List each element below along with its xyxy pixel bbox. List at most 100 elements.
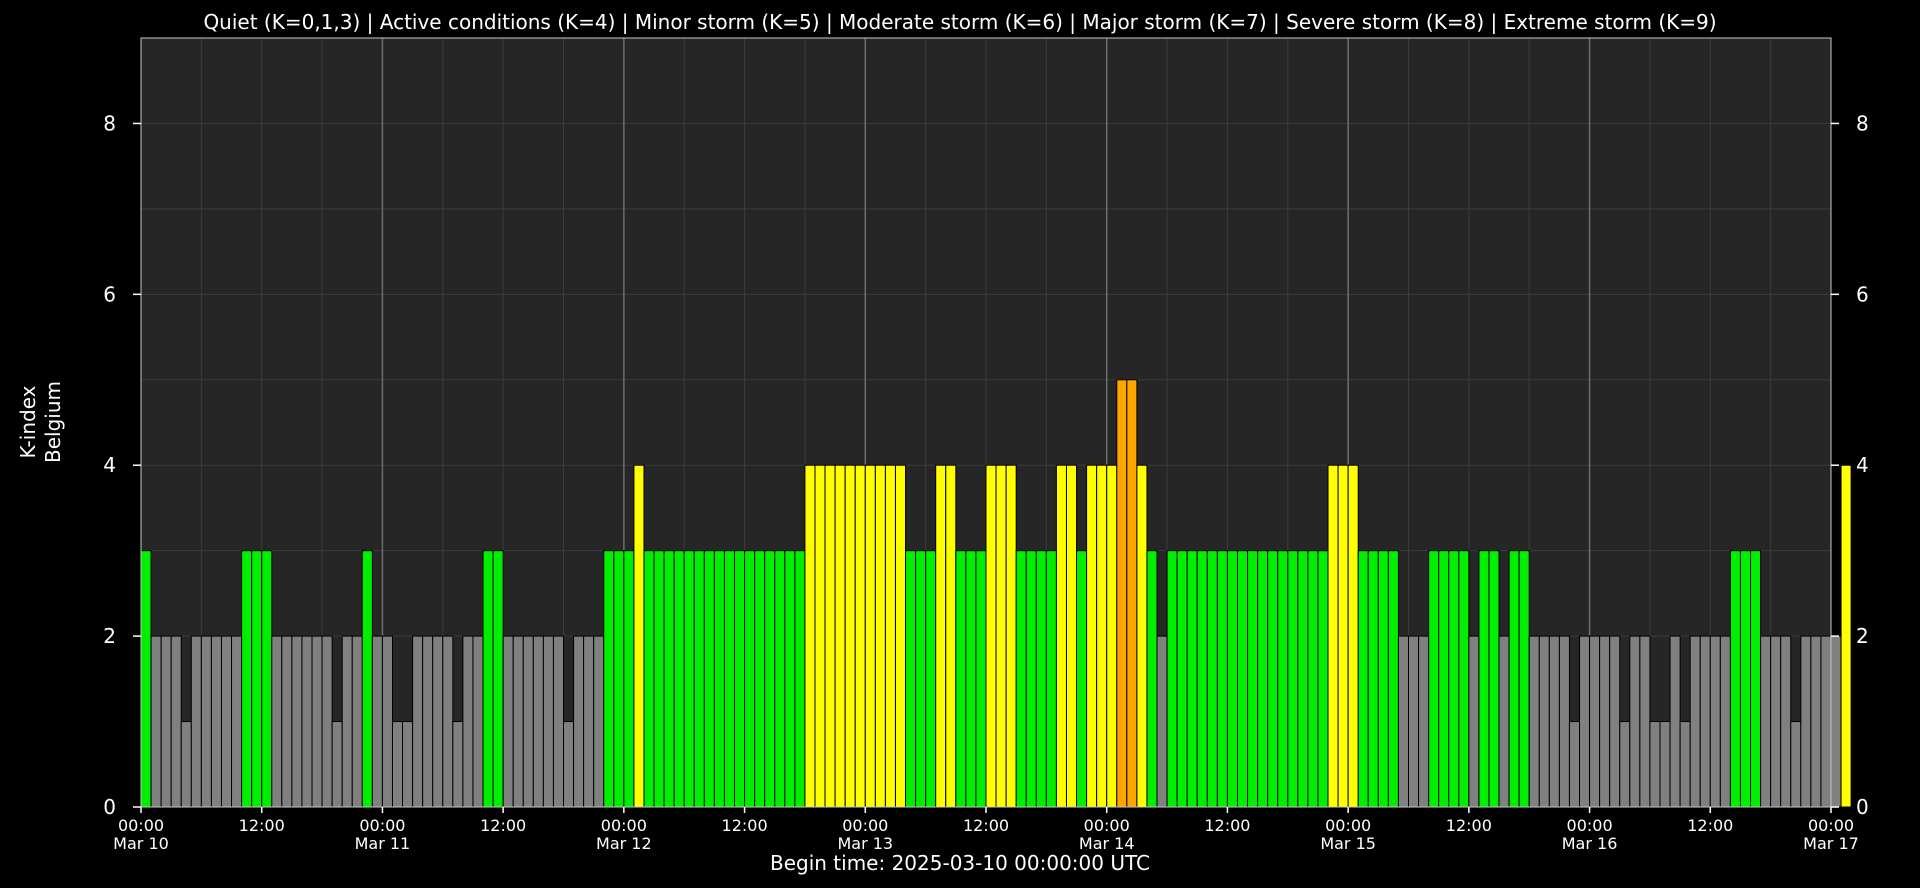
k-bar (1468, 635, 1480, 808)
k-bar (955, 550, 967, 808)
y-axis-label-line1: K-index (16, 385, 40, 458)
k-bar (160, 635, 172, 808)
k-bar (1790, 721, 1802, 808)
k-bar (442, 635, 454, 808)
k-bar (200, 635, 212, 808)
k-bar (1096, 464, 1108, 808)
k-bar (985, 464, 997, 808)
k-bar (754, 550, 766, 808)
k-bar (351, 635, 363, 808)
k-bar (1397, 635, 1409, 808)
k-bar (673, 550, 685, 808)
y-axis-left: 0 2 4 6 8 (103, 111, 141, 819)
k-bar (1709, 635, 1721, 808)
k-bar (1719, 635, 1731, 808)
k-bar (371, 635, 383, 808)
x-tick-time: 00:00 (118, 816, 164, 835)
k-bar (965, 550, 977, 808)
y-tick-label-left: 2 (103, 624, 116, 648)
k-bar (1548, 635, 1560, 808)
k-bar (422, 635, 434, 808)
k-bar (1317, 550, 1329, 808)
y-tick-label-right: 0 (1856, 795, 1869, 819)
k-bar (492, 550, 504, 808)
x-tick-time: 00:00 (842, 816, 888, 835)
k-bar (1739, 550, 1752, 808)
x-tick-time: 12:00 (1204, 816, 1250, 835)
k-bar (703, 550, 715, 808)
x-tick-time: 12:00 (722, 816, 768, 835)
k-bar (683, 550, 695, 808)
k-bar (764, 550, 776, 808)
k-bar (1116, 379, 1128, 808)
k-bar (1337, 464, 1349, 808)
k-bar (1045, 550, 1057, 808)
k-bar (1619, 721, 1631, 808)
k-bar (532, 635, 544, 808)
k-bar (1267, 550, 1279, 808)
k-bar (1840, 464, 1852, 808)
k-bar (1327, 464, 1339, 808)
k-bar (1015, 550, 1027, 808)
k-bar (643, 550, 655, 808)
k-bar (1307, 550, 1319, 808)
k-bar (1206, 550, 1218, 808)
x-tick-time: 00:00 (359, 816, 405, 835)
x-tick-time: 00:00 (1808, 816, 1854, 835)
y-tick-label-left: 4 (103, 453, 116, 477)
k-bar (1065, 464, 1078, 808)
k-bar (1699, 635, 1711, 808)
k-bar (693, 550, 705, 808)
k-bar (1729, 550, 1741, 808)
k-bar (552, 635, 565, 808)
k-bar (1518, 550, 1530, 808)
k-bar (1377, 550, 1389, 808)
k-bar (1367, 550, 1379, 808)
k-bar (1176, 550, 1188, 808)
k-bar (975, 550, 987, 808)
x-tick-date: Mar 11 (355, 834, 411, 853)
k-bar (522, 635, 534, 808)
k-bar (834, 464, 846, 808)
x-tick-date: Mar 15 (1320, 834, 1376, 853)
k-bar (251, 550, 263, 808)
k-bar (512, 635, 524, 808)
x-axis: 00:00Mar 1012:00 00:00Mar 1112:00 00:00Mar… (113, 807, 1859, 853)
k-bar (1428, 550, 1440, 808)
k-bar (1528, 635, 1540, 808)
k-bar (1055, 464, 1067, 808)
k-bar (583, 635, 595, 808)
k-bar (1448, 550, 1460, 808)
k-bar (462, 635, 474, 808)
k-bar (1166, 550, 1178, 808)
k-bar (1025, 550, 1037, 808)
k-bar (1558, 635, 1570, 808)
k-bar (925, 550, 937, 808)
k-bar (1086, 464, 1098, 808)
k-bar (321, 635, 333, 808)
k-bar (1136, 464, 1148, 808)
k-bar (854, 464, 866, 808)
k-bar (1297, 550, 1309, 808)
x-tick-time: 00:00 (601, 816, 647, 835)
k-bar (1005, 464, 1017, 808)
k-bar (1277, 550, 1289, 808)
k-bar (1387, 550, 1399, 808)
x-tick-date: Mar 16 (1562, 834, 1618, 853)
y-tick-label-left: 8 (103, 111, 116, 135)
k-bar (653, 550, 665, 808)
k-bar (391, 721, 404, 808)
k-bar (1418, 635, 1430, 808)
k-bar (884, 464, 896, 808)
k-bar (1538, 635, 1550, 808)
x-tick-time: 00:00 (1567, 816, 1613, 835)
k-bar (633, 464, 645, 808)
k-bar (1236, 550, 1249, 808)
k-bar (502, 635, 514, 808)
k-bar (734, 550, 746, 808)
k-bar (563, 721, 575, 808)
k-bar (1478, 550, 1490, 808)
k-bar (995, 464, 1007, 808)
k-bar (1035, 550, 1047, 808)
y-tick-label-right: 2 (1856, 624, 1869, 648)
